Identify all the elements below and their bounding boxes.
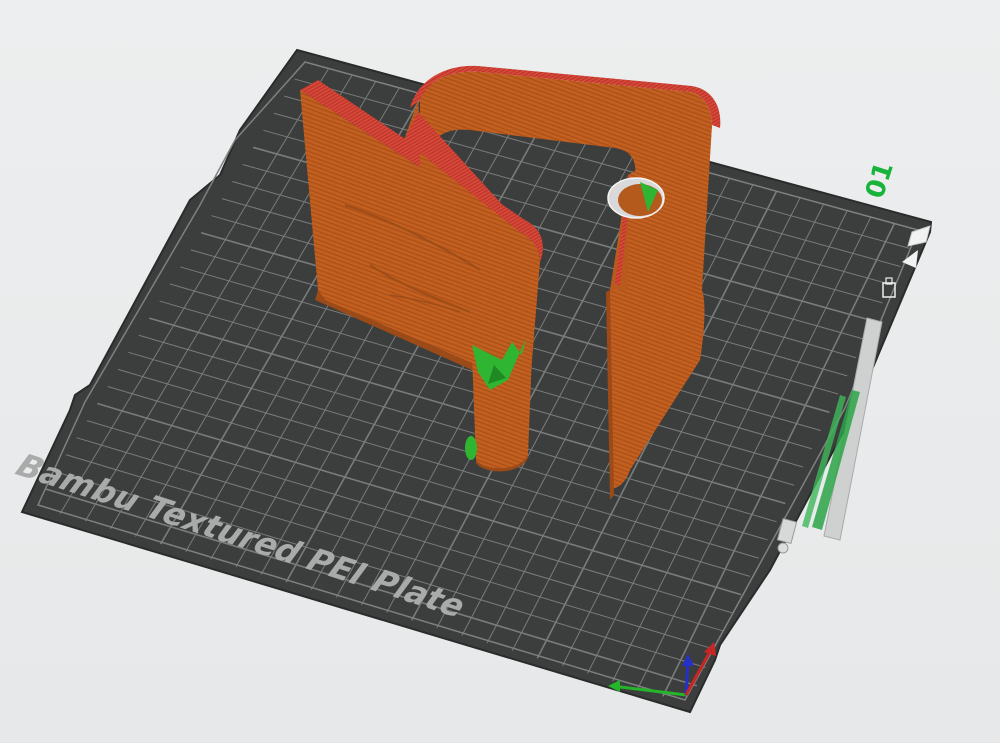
3d-viewport[interactable]: Bambu Textured PEI Plate 01 xyxy=(0,0,1000,743)
plate-number: 01 xyxy=(860,158,900,202)
scene-svg[interactable]: Bambu Textured PEI Plate 01 xyxy=(0,0,1000,743)
